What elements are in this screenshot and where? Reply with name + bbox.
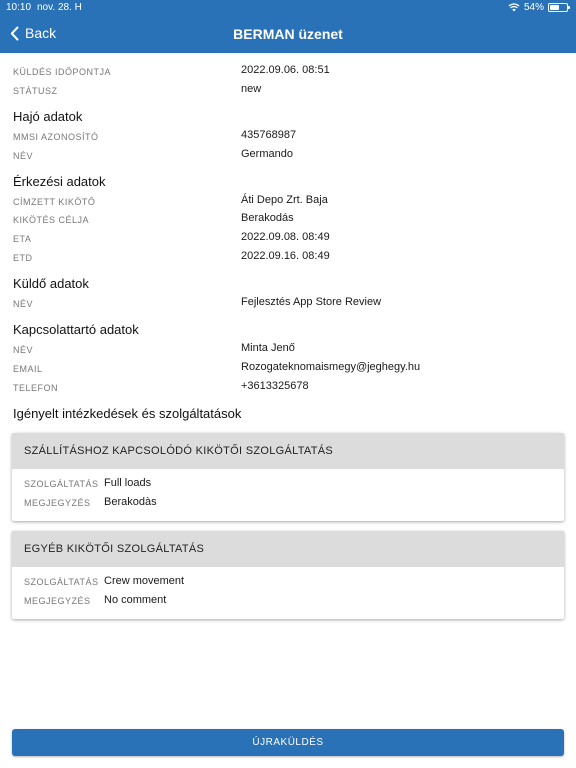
status-value: new: [241, 83, 262, 95]
field-label: MMSI AZONOSÍTÓ: [13, 132, 99, 142]
field-label: STÁTUSZ: [13, 86, 58, 96]
note-row: MEGJEGYZÉS No comment: [12, 591, 564, 610]
sent-time-row: KÜLDÉS IDŐPONTJA 2022.09.06. 08:51: [13, 63, 563, 82]
contact-name-row: NÉV Minta Jenő: [13, 341, 563, 360]
service-card: EGYÉB KIKÖTŐI SZOLGÁLTATÁS SZOLGÁLTATÁS …: [12, 531, 564, 619]
field-label: NÉV: [13, 299, 34, 309]
field-label: ETA: [13, 234, 32, 244]
resend-button[interactable]: ÚJRAKÜLDÉS: [12, 729, 564, 756]
etd-value: 2022.09.16. 08:49: [241, 250, 330, 262]
field-label: ETD: [13, 253, 33, 263]
field-label: SZOLGÁLTATÁS: [24, 577, 99, 587]
page-title: BERMAN üzenet: [233, 26, 343, 42]
sender-section-title: Küldő adatok: [13, 276, 89, 291]
service-value: Full loads: [104, 477, 152, 489]
sent-time-value: 2022.09.06. 08:51: [241, 64, 330, 76]
note-value: Berakodàs: [104, 496, 157, 508]
service-value: Crew movement: [104, 575, 185, 587]
arrival-section-title: Érkezési adatok: [13, 174, 106, 189]
eta-value: 2022.09.08. 08:49: [241, 231, 330, 243]
nav-bar: Back BERMAN üzenet: [0, 16, 576, 53]
field-label: SZOLGÁLTATÁS: [24, 479, 99, 489]
battery-percent: 54%: [523, 2, 544, 13]
contact-phone-row: TELEFON +3613325678: [13, 379, 563, 398]
status-right: 54%: [508, 2, 570, 13]
note-value: No comment: [104, 594, 167, 606]
status-row: STÁTUSZ new: [13, 82, 563, 101]
etd-row: ETD 2022.09.16. 08:49: [13, 249, 563, 268]
field-label: KIKÖTÉS CÉLJA: [13, 215, 90, 225]
status-time: 10:10: [6, 2, 32, 13]
contact-email-row: EMAIL Rozogateknomaismegy@jeghegy.hu: [13, 360, 563, 379]
field-label: MEGJEGYZÉS: [24, 498, 91, 508]
service-card-header: EGYÉB KIKÖTŐI SZOLGÁLTATÁS: [12, 531, 564, 567]
port-row: CÍMZETT KIKÖTŐ Áti Depo Zrt. Baja: [13, 193, 563, 212]
note-row: MEGJEGYZÉS Berakodàs: [12, 493, 564, 512]
field-label: NÉV: [13, 151, 34, 161]
field-label: TELEFON: [13, 383, 59, 393]
contact-name-value: Minta Jenő: [241, 342, 295, 354]
sender-name-row: NÉV Fejlesztés App Store Review: [13, 295, 563, 314]
field-label: NÉV: [13, 345, 34, 355]
field-label: CÍMZETT KIKÖTŐ: [13, 197, 96, 207]
ship-section-title: Hajó adatok: [13, 109, 83, 124]
status-bar: 10:10 nov. 28. H 54%: [0, 0, 576, 16]
services-section-title: Igényelt intézkedések és szolgáltatások: [13, 406, 242, 421]
purpose-row: KIKÖTÉS CÉLJA Berakodás: [13, 211, 563, 230]
port-value: Áti Depo Zrt. Baja: [241, 194, 328, 206]
ship-name-row: NÉV Germando: [13, 147, 563, 166]
sender-name-value: Fejlesztés App Store Review: [241, 296, 382, 308]
ship-name-value: Germando: [241, 148, 293, 160]
mmsi-value: 435768987: [241, 129, 297, 141]
contact-section-title: Kapcsolattartó adatok: [13, 322, 139, 337]
wifi-icon: [508, 3, 520, 12]
service-row: SZOLGÁLTATÁS Crew movement: [12, 572, 564, 591]
purpose-value: Berakodás: [241, 212, 294, 224]
contact-phone-value: +3613325678: [241, 380, 309, 392]
service-card: SZÁLLÍTÁSHOZ KAPCSOLÓDÓ KIKÖTŐI SZOLGÁLT…: [12, 433, 564, 521]
field-label: EMAIL: [13, 364, 43, 374]
eta-row: ETA 2022.09.08. 08:49: [13, 230, 563, 249]
service-card-header: SZÁLLÍTÁSHOZ KAPCSOLÓDÓ KIKÖTŐI SZOLGÁLT…: [12, 433, 564, 469]
field-label: MEGJEGYZÉS: [24, 596, 91, 606]
mmsi-row: MMSI AZONOSÍTÓ 435768987: [13, 128, 563, 147]
field-label: KÜLDÉS IDŐPONTJA: [13, 67, 112, 77]
contact-email-value: Rozogateknomaismegy@jeghegy.hu: [241, 361, 421, 373]
status-date: nov. 28. H: [37, 2, 82, 13]
battery-icon: [548, 3, 570, 12]
service-row: SZOLGÁLTATÁS Full loads: [12, 474, 564, 493]
